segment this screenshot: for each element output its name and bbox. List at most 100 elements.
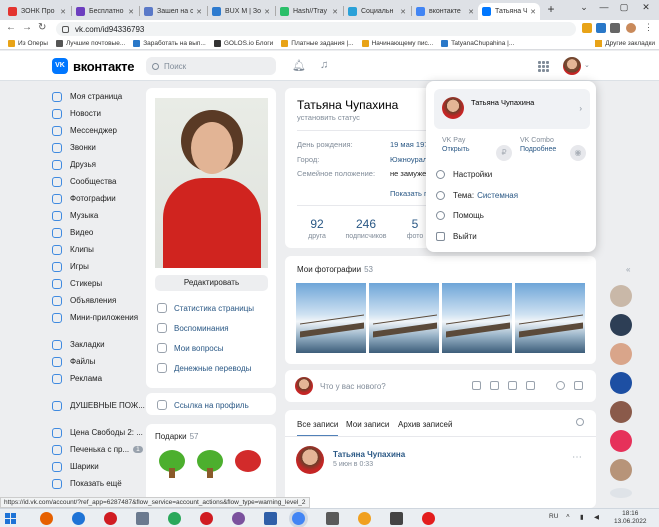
browser-tab[interactable]: BUX M | Зо ✕ — [208, 3, 274, 20]
reload-icon[interactable]: ↻ — [38, 22, 46, 33]
close-tab-icon[interactable]: ✕ — [332, 8, 338, 16]
tab-all-posts[interactable]: Все записи — [297, 420, 339, 437]
close-tab-icon[interactable]: ✕ — [400, 8, 406, 16]
tab-my-posts[interactable]: Мои записи — [346, 420, 389, 429]
opera-icon[interactable] — [104, 512, 117, 525]
menu-item-game[interactable]: Цена Свободы 2: ... — [52, 424, 143, 441]
back-icon[interactable]: ← — [6, 22, 16, 33]
avatar[interactable] — [563, 57, 581, 75]
streaming-icon[interactable] — [556, 381, 565, 390]
browser-tab[interactable]: ЗОНК Про ✕ — [4, 3, 70, 20]
chat-avatar[interactable] — [610, 285, 632, 307]
tab-search-icon[interactable]: ⌄ — [574, 2, 594, 13]
menu-item-friends[interactable]: Друзья — [52, 156, 142, 173]
close-window-button[interactable]: ✕ — [636, 2, 656, 13]
menu-item-group[interactable]: ДУШЕВНЫЕ ПОЖ... — [52, 397, 145, 414]
language-indicator[interactable]: RU — [549, 513, 558, 520]
followers-stat[interactable]: 246 подписчиков — [338, 217, 394, 240]
gift-dragon-icon[interactable] — [233, 450, 263, 480]
apps-grid-icon[interactable] — [538, 61, 549, 72]
puzzle-icon[interactable] — [610, 23, 620, 33]
gifts-title[interactable]: Подарки 57 — [155, 432, 198, 441]
vk-combo[interactable]: VK Combo Подробнее — [520, 137, 556, 153]
browser-tab[interactable]: вконтакте ✕ — [412, 3, 478, 20]
menu-item-my-page[interactable]: Моя страница — [52, 88, 142, 105]
files-icon[interactable] — [136, 512, 149, 525]
app-icon[interactable] — [390, 512, 403, 525]
address-bar[interactable]: vk.com/id94336793 — [56, 22, 576, 36]
photos-title[interactable]: Мои фотографии 53 — [297, 265, 373, 274]
post-time[interactable]: 5 июн в 0:33 — [333, 461, 373, 468]
more-icon[interactable]: ⋯ — [572, 452, 582, 463]
extension-icon[interactable] — [596, 23, 606, 33]
volume-icon[interactable]: ◀ — [594, 513, 599, 521]
profile-photo[interactable] — [155, 98, 268, 268]
bookmark-item[interactable]: Лучшие почтовые... — [55, 39, 125, 47]
menu-item-show-more[interactable]: Показать ещё — [52, 475, 142, 492]
close-tab-icon[interactable]: ✕ — [468, 8, 474, 16]
edge-icon[interactable] — [72, 512, 85, 525]
photos-stat[interactable]: 5 фото — [404, 217, 426, 240]
mail-icon[interactable] — [168, 512, 181, 525]
gift-tree-icon[interactable] — [157, 450, 187, 480]
browser-tab[interactable]: Социальн ✕ — [344, 3, 410, 20]
photo-thumbnail[interactable] — [296, 283, 366, 353]
logout-item[interactable]: Выйти — [436, 232, 477, 241]
chat-avatar[interactable] — [610, 343, 632, 365]
composer-input[interactable]: Что у вас нового? — [320, 382, 386, 391]
viber-icon[interactable] — [232, 512, 245, 525]
music-icon[interactable] — [508, 381, 517, 390]
folder-icon[interactable] — [358, 512, 371, 525]
tray-chevron-icon[interactable]: ˄ — [566, 513, 570, 520]
chat-avatar[interactable] — [610, 430, 632, 452]
memories-link[interactable]: Воспоминания — [157, 323, 229, 333]
menu-item-photos[interactable]: Фотографии — [52, 190, 142, 207]
stats-link[interactable]: Статистика страницы — [157, 303, 254, 313]
minimize-button[interactable]: — — [594, 2, 614, 12]
photo-thumbnail[interactable] — [515, 283, 585, 353]
post-author[interactable]: Татьяна Чупахина — [333, 450, 405, 459]
other-bookmarks[interactable]: Другие закладки — [595, 40, 655, 47]
kebab-menu-icon[interactable]: ⋮ — [644, 22, 653, 33]
money-transfer-link[interactable]: Денежные переводы — [157, 363, 251, 373]
browser-tab[interactable]: Hash//Tray ✕ — [276, 3, 342, 20]
bookmark-item[interactable]: Платные задания |... — [281, 39, 354, 47]
chrome-icon[interactable] — [292, 512, 305, 525]
chat-avatar[interactable] — [610, 372, 632, 394]
close-tab-icon[interactable]: ✕ — [196, 8, 202, 16]
close-tab-icon[interactable]: ✕ — [530, 8, 536, 16]
profile-link[interactable]: Ссылка на профиль — [157, 400, 249, 410]
avatar[interactable] — [296, 446, 324, 474]
gift-tree-icon[interactable] — [195, 450, 225, 480]
menu-item-ads[interactable]: Объявления — [52, 292, 142, 309]
theme-item[interactable]: Тема: Системная — [436, 191, 518, 200]
menu-item-mini-apps[interactable]: Мини-приложения — [52, 309, 142, 326]
search-icon[interactable] — [576, 418, 584, 426]
menu-item-music[interactable]: Музыка — [52, 207, 142, 224]
extension-icon[interactable] — [582, 23, 592, 33]
menu-item-clips[interactable]: Клипы — [52, 241, 142, 258]
forward-icon[interactable]: → — [22, 22, 32, 33]
yandex-icon[interactable] — [422, 512, 435, 525]
menu-item-video[interactable]: Видео — [52, 224, 142, 241]
menu-item-bookmarks[interactable]: Закладки — [52, 336, 142, 353]
chevron-down-icon[interactable]: ⌄ — [584, 61, 590, 69]
menu-item-files[interactable]: Файлы — [52, 353, 142, 370]
clock[interactable]: 18:16 13.06.2022 — [614, 510, 647, 526]
app-icon[interactable] — [264, 512, 277, 525]
vk-logo[interactable]: VK вконтакте — [52, 58, 134, 74]
show-more-link[interactable]: Показать п — [390, 189, 428, 198]
settings-item[interactable]: Настройки — [436, 170, 492, 179]
close-tab-icon[interactable]: ✕ — [128, 8, 134, 16]
chat-avatar[interactable] — [610, 314, 632, 336]
menu-item-stickers[interactable]: Стикеры — [52, 275, 142, 292]
menu-item-news[interactable]: Новости — [52, 105, 142, 122]
collapse-icon[interactable]: « — [626, 265, 630, 274]
bookmark-item[interactable]: Заработать на вып... — [133, 39, 206, 47]
close-tab-icon[interactable]: ✕ — [60, 8, 66, 16]
search-input[interactable]: Поиск — [146, 57, 276, 75]
camera-icon[interactable] — [472, 381, 481, 390]
start-button[interactable] — [5, 513, 16, 524]
app-icon[interactable] — [326, 512, 339, 525]
photo-thumbnail[interactable] — [369, 283, 439, 353]
